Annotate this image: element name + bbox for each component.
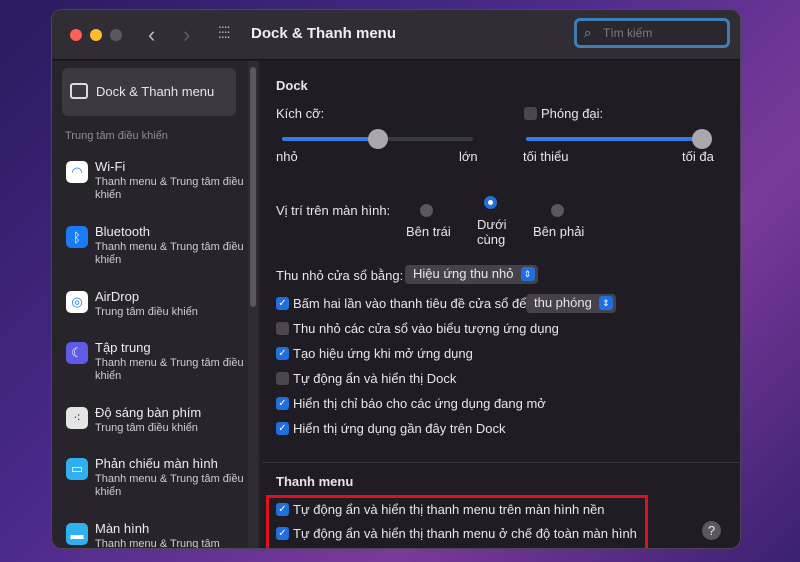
back-icon[interactable]: ‹	[148, 22, 155, 48]
position-right-label: Bên phải	[533, 224, 585, 239]
magnify-min-label: tối thiểu	[523, 149, 569, 164]
position-right-radio[interactable]	[551, 204, 564, 217]
size-max-label: lớn	[459, 149, 478, 164]
screen-mirroring-icon: ▭	[66, 458, 88, 480]
sidebar-group-title: Trung tâm điều khiển	[65, 130, 168, 142]
search-icon: ⌕	[584, 25, 592, 40]
dblclick-action-value: thu phóng	[534, 295, 592, 310]
dock-option-checkbox[interactable]	[276, 322, 289, 335]
dock-icon	[70, 83, 88, 99]
section-divider	[262, 462, 740, 463]
magnify-slider-knob[interactable]	[692, 129, 712, 149]
sidebar-item-subtitle: Trung tâm điều khiển	[95, 306, 198, 318]
sidebar-item-subtitle: Thanh menu & Trung tâm	[95, 538, 220, 548]
sidebar-item-name: Wi-Fi	[95, 159, 126, 174]
magnify-checkbox[interactable]	[524, 107, 537, 120]
preferences-window: ‹ › ∙∙∙∙ ∙∙∙∙ ∙∙∙∙ Dock & Thanh menu ⌕ Tìm …	[52, 10, 740, 548]
position-left-label: Bên trái	[406, 224, 451, 239]
size-slider-knob[interactable]	[367, 129, 388, 149]
dock-option-label: Tạo hiệu ứng khi mở ứng dụng	[293, 346, 473, 361]
sidebar-item-subtitle: Trung tâm điều khiển	[95, 422, 198, 434]
search-placeholder: Tìm kiếm	[603, 26, 653, 40]
sidebar-scrollbar[interactable]	[248, 61, 258, 548]
dock-option-checkbox[interactable]: ✓	[276, 422, 289, 435]
sidebar-item-name: Phản chiếu màn hình	[95, 456, 218, 471]
dock-heading: Dock	[276, 78, 308, 93]
sidebar-item-name: Màn hình	[95, 521, 150, 536]
minimize-label: Thu nhỏ cửa sổ bằng:	[276, 268, 404, 283]
title-bar: ‹ › ∙∙∙∙ ∙∙∙∙ ∙∙∙∙ Dock & Thanh menu ⌕ Tìm …	[52, 10, 740, 60]
dock-option-checkbox[interactable]: ✓	[276, 347, 289, 360]
dock-option-label: Hiển thị chỉ báo cho các ứng dụng đang m…	[293, 396, 546, 411]
sidebar-item-name: Tập trung	[95, 340, 151, 355]
highlight-box	[266, 495, 648, 548]
sidebar-item-subtitle: Thanh menu & Trung tâm điều khiển	[95, 473, 244, 498]
position-left-radio[interactable]	[420, 204, 433, 217]
position-label: Vị trí trên màn hình:	[276, 203, 391, 218]
minimize-button[interactable]	[90, 29, 102, 41]
sidebar-item-subtitle: Thanh menu & Trung tâm điều khiển	[95, 357, 244, 382]
airdrop-icon: ◎	[66, 291, 88, 313]
magnify-slider[interactable]	[526, 129, 712, 149]
moon-icon: ☾	[66, 342, 88, 364]
sidebar-item-name: Độ sáng bàn phím	[95, 405, 202, 420]
dock-option-checkbox[interactable]: ✓	[276, 397, 289, 410]
position-bottom-label: Dưới cùng	[477, 217, 507, 247]
wifi-icon: ◠	[66, 161, 88, 183]
size-min-label: nhỏ	[276, 149, 298, 164]
window-title: Dock & Thanh menu	[251, 25, 397, 42]
keyboard-brightness-icon: ⁖	[66, 407, 88, 429]
size-slider[interactable]	[282, 129, 473, 149]
chevron-updown-icon: ⇕	[598, 296, 613, 310]
search-input[interactable]: ⌕ Tìm kiếm	[574, 18, 730, 48]
dblclick-action-select[interactable]: thu phóng ⇕	[526, 294, 616, 313]
dock-option-checkbox[interactable]	[276, 372, 289, 385]
sidebar-item-dock[interactable]: Dock & Thanh menu	[62, 68, 236, 116]
sidebar: Dock & Thanh menu Trung tâm điều khiển ◠…	[52, 61, 260, 548]
help-button[interactable]: ?	[702, 521, 721, 540]
scrollbar-thumb[interactable]	[250, 67, 256, 307]
sidebar-item-subtitle: Thanh menu & Trung tâm điều khiển	[95, 241, 244, 266]
menubar-heading: Thanh menu	[276, 474, 354, 489]
size-label: Kích cỡ:	[276, 106, 325, 121]
magnify-label: Phóng đại:	[541, 106, 604, 121]
position-bottom-radio[interactable]	[484, 196, 497, 209]
magnify-max-label: tối đa	[682, 149, 714, 164]
dock-option-label: Thu nhỏ các cửa sổ vào biểu tượng ứng dụ…	[293, 321, 559, 336]
chevron-updown-icon: ⇕	[520, 267, 535, 281]
dock-option-label: Hiển thị ứng dụng gần đây trên Dock	[293, 421, 506, 436]
grid-icon[interactable]: ∙∙∙∙ ∙∙∙∙ ∙∙∙∙	[218, 19, 231, 43]
sidebar-item-subtitle: Thanh menu & Trung tâm điều khiển	[95, 176, 244, 201]
main-panel: Dock Kích cỡ: nhỏ lớn Phóng đại: tối thi…	[262, 61, 740, 548]
sidebar-item-name: AirDrop	[95, 289, 140, 304]
minimize-effect-value: Hiệu ứng thu nhỏ	[413, 266, 514, 281]
close-button[interactable]	[70, 29, 82, 41]
display-icon: ▬	[66, 523, 88, 545]
forward-icon[interactable]: ›	[183, 22, 190, 48]
zoom-button[interactable]	[110, 29, 122, 41]
sidebar-item-name: Bluetooth	[95, 224, 150, 239]
sidebar-item-label: Dock & Thanh menu	[96, 84, 215, 99]
dblclick-checkbox[interactable]: ✓	[276, 297, 289, 310]
bluetooth-icon: ᛒ	[66, 226, 88, 248]
dock-option-label: Tự động ẩn và hiển thị Dock	[293, 371, 457, 386]
minimize-effect-select[interactable]: Hiệu ứng thu nhỏ ⇕	[405, 265, 538, 284]
dblclick-label: Bấm hai lần vào thanh tiêu đề cửa sổ để	[293, 296, 527, 311]
